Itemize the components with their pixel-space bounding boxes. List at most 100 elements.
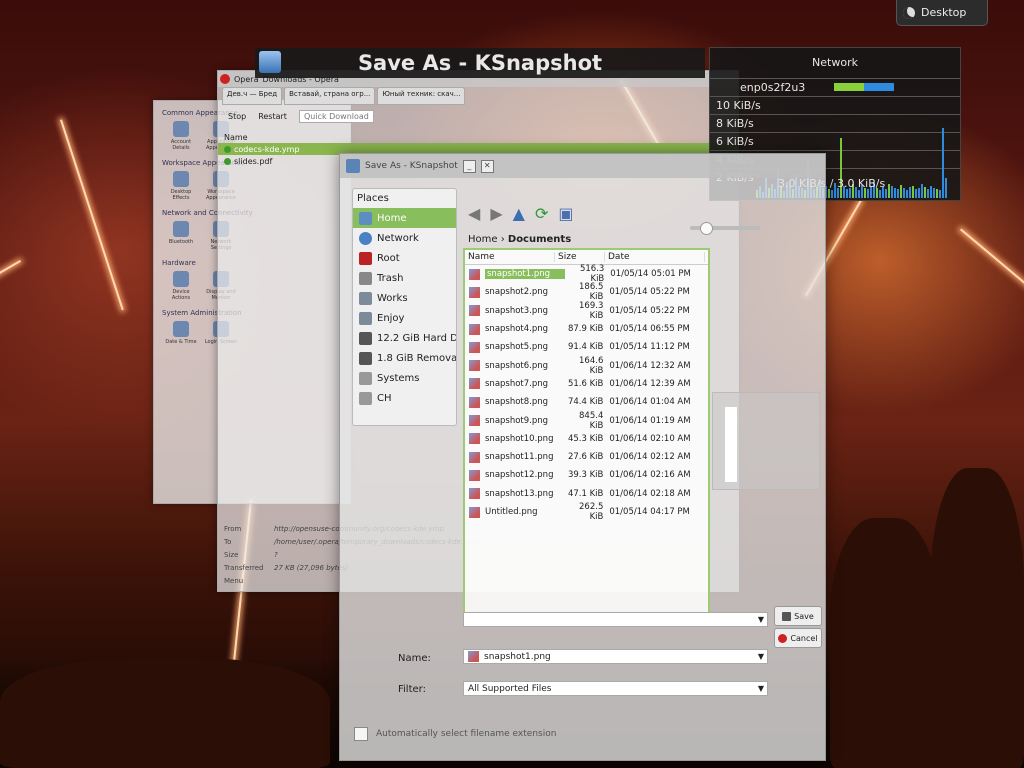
- traffic-graph-bar: [897, 189, 899, 198]
- image-file-icon: [469, 469, 480, 481]
- file-row[interactable]: snapshot12.png 39.3 KiB 01/06/14 02:16 AM: [465, 466, 708, 484]
- desktop-effects-icon: [173, 171, 189, 187]
- tree: [930, 468, 1024, 768]
- cancel-button[interactable]: Cancel: [774, 628, 822, 648]
- image-file-icon: [469, 305, 480, 317]
- minimize-icon[interactable]: _: [462, 159, 476, 173]
- settings-item[interactable]: Bluetooth: [164, 221, 198, 251]
- status-menu[interactable]: Menu: [224, 575, 274, 588]
- place-ch[interactable]: CH: [353, 388, 456, 408]
- tree: [0, 658, 330, 768]
- file-row[interactable]: snapshot2.png 186.5 KiB 01/05/14 05:22 PM: [465, 282, 708, 303]
- place-enjoy[interactable]: Enjoy: [353, 308, 456, 328]
- image-icon[interactable]: ▣: [558, 204, 573, 223]
- location-combo[interactable]: ▼: [463, 612, 768, 627]
- place-home[interactable]: Home: [353, 208, 456, 228]
- place-works[interactable]: Works: [353, 288, 456, 308]
- image-file-icon: [469, 378, 480, 390]
- file-row[interactable]: snapshot9.png 845.4 KiB 01/06/14 01:19 AM: [465, 410, 708, 431]
- place-network[interactable]: Network: [353, 228, 456, 248]
- up-arrow-icon[interactable]: ▲: [513, 204, 525, 223]
- file-row[interactable]: snapshot6.png 164.6 KiB 01/06/14 12:32 AM: [465, 356, 708, 376]
- back-arrow-icon[interactable]: ◀: [468, 204, 480, 223]
- close-icon[interactable]: ✕: [480, 159, 494, 173]
- image-file-icon: [469, 396, 480, 408]
- breadcrumb-documents[interactable]: Documents: [508, 234, 571, 245]
- settings-item[interactable]: Device Actions: [164, 271, 198, 301]
- preview-thumbnail: [725, 407, 737, 482]
- check-icon: [224, 157, 231, 165]
- file-row[interactable]: snapshot4.png 87.9 KiB 01/05/14 06:55 PM: [465, 320, 708, 338]
- save-button[interactable]: Save: [774, 606, 822, 626]
- ksnapshot-icon: [259, 51, 281, 73]
- place-trash[interactable]: Trash: [353, 268, 456, 288]
- breadcrumb-home[interactable]: Home: [468, 234, 498, 245]
- chevron-down-icon[interactable]: ▼: [758, 684, 764, 693]
- account-icon: [173, 121, 189, 137]
- chevron-down-icon[interactable]: ▼: [758, 615, 764, 624]
- traffic-graph-bar: [909, 187, 911, 198]
- file-list[interactable]: Name Size Date snapshot1.png 516.3 KiB 01/…: [463, 248, 710, 614]
- auto-extension-checkbox[interactable]: [354, 727, 368, 741]
- file-date: 01/06/14 12:32 AM: [609, 360, 691, 371]
- file-row[interactable]: snapshot13.png 47.1 KiB 01/06/14 02:18 AM: [465, 485, 708, 503]
- place-removable[interactable]: 1.8 GiB Remova...: [353, 348, 456, 368]
- image-file-icon: [469, 323, 480, 335]
- browser-tab[interactable]: Вставай, страна огр...: [284, 87, 376, 105]
- folder-icon: [359, 371, 372, 385]
- settings-item[interactable]: Account Details: [164, 121, 198, 151]
- traffic-graph-bar: [942, 128, 944, 198]
- file-row[interactable]: snapshot5.png 91.4 KiB 01/05/14 11:12 PM: [465, 338, 708, 356]
- place-hard-drive[interactable]: 12.2 GiB Hard D...: [353, 328, 456, 348]
- file-list-header: Name Size Date: [465, 250, 708, 265]
- file-date: 01/05/14 11:12 PM: [609, 342, 690, 353]
- settings-item[interactable]: Date & Time: [164, 321, 198, 345]
- file-row[interactable]: snapshot8.png 74.4 KiB 01/06/14 01:04 AM: [465, 393, 708, 411]
- file-size: 186.5 KiB: [579, 282, 604, 303]
- banner-title: Save As - KSnapshot: [357, 51, 603, 75]
- filter-select[interactable]: All Supported Files ▼: [463, 681, 768, 696]
- date-column-header[interactable]: Date: [605, 252, 705, 262]
- stop-button[interactable]: Stop: [228, 112, 246, 121]
- file-date: 01/06/14 01:04 AM: [609, 397, 691, 408]
- file-row[interactable]: snapshot3.png 169.3 KiB 01/05/14 05:22 PM: [465, 301, 708, 321]
- quick-download-input[interactable]: Quick Download: [298, 109, 374, 123]
- traffic-graph-bar: [879, 190, 881, 198]
- size-column-header[interactable]: Size: [555, 252, 605, 262]
- filename-input[interactable]: snapshot1.png ▼: [463, 649, 768, 664]
- save-as-dialog[interactable]: Save As - KSnapshot _ ✕ Places Home Netw…: [339, 153, 826, 761]
- drive-icon: [359, 331, 372, 345]
- image-file-icon: [469, 286, 480, 298]
- file-size: 27.6 KiB: [567, 452, 604, 463]
- place-systems[interactable]: Systems: [353, 368, 456, 388]
- name-column-header[interactable]: Name: [465, 252, 555, 262]
- tree: [830, 518, 940, 768]
- zoom-slider[interactable]: [690, 222, 760, 235]
- zoom-slider-handle[interactable]: [700, 222, 713, 235]
- file-date: 01/06/14 12:39 AM: [609, 378, 691, 389]
- browser-tab[interactable]: Дев.ч — Бред: [222, 87, 283, 105]
- file-size: 262.5 KiB: [579, 502, 604, 523]
- browser-tab[interactable]: Юный техник: скач...: [377, 87, 466, 105]
- file-row[interactable]: snapshot11.png 27.6 KiB 01/06/14 02:12 AM: [465, 448, 708, 466]
- file-date: 01/06/14 02:12 AM: [609, 452, 691, 463]
- file-row[interactable]: Untitled.png 262.5 KiB 01/05/14 04:17 PM: [465, 502, 708, 523]
- file-size: 845.4 KiB: [579, 410, 604, 431]
- file-row[interactable]: snapshot1.png 516.3 KiB 01/05/14 05:01 PM: [465, 264, 708, 284]
- file-row[interactable]: snapshot10.png 45.3 KiB 01/06/14 02:10 AM: [465, 430, 708, 448]
- restart-button[interactable]: Restart: [258, 112, 287, 121]
- file-name: snapshot2.png: [485, 287, 549, 298]
- settings-item[interactable]: Desktop Effects: [164, 171, 198, 201]
- forward-arrow-icon[interactable]: ▶: [490, 204, 502, 223]
- desktop-pager[interactable]: Desktop: [896, 0, 988, 26]
- file-size: 47.1 KiB: [567, 488, 604, 499]
- chevron-down-icon[interactable]: ▼: [758, 652, 764, 661]
- file-date: 01/05/14 04:17 PM: [609, 507, 690, 517]
- filter-value: All Supported Files: [468, 683, 552, 694]
- reload-icon[interactable]: ⟳: [535, 204, 548, 223]
- place-root[interactable]: Root: [353, 248, 456, 268]
- traffic-graph-bar: [939, 190, 941, 198]
- file-name: snapshot7.png: [485, 378, 549, 389]
- file-row[interactable]: snapshot7.png 51.6 KiB 01/06/14 12:39 AM: [465, 375, 708, 393]
- auto-extension-option[interactable]: Automatically select filename extension: [354, 727, 556, 741]
